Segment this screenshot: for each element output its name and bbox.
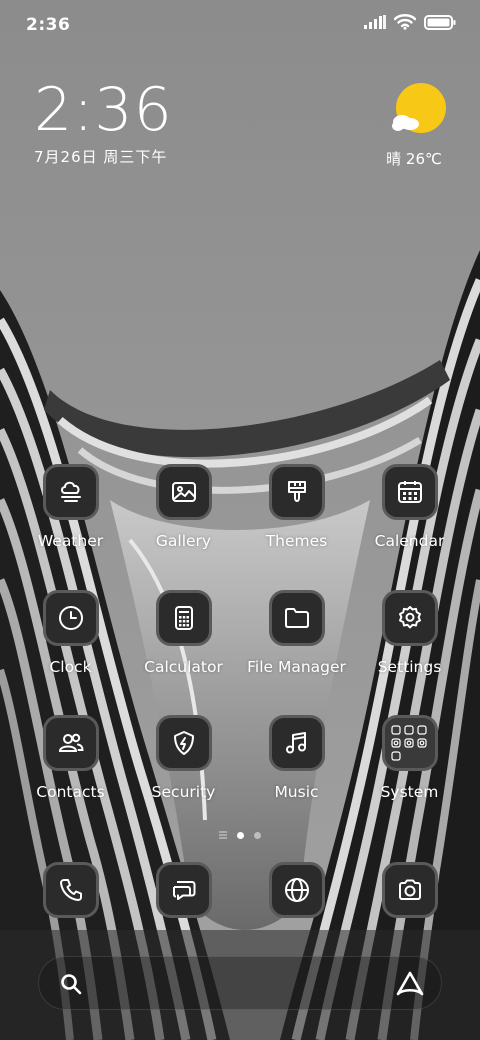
weather-icon [60, 481, 81, 502]
status-time: 2:36 [26, 15, 71, 35]
sunny-cloud-icon [392, 83, 446, 133]
app-calendar[interactable]: Calendar [353, 464, 466, 550]
app-label-music: Music [274, 783, 319, 801]
calculator-icon [174, 606, 193, 630]
themes-icon [287, 481, 306, 502]
weather-widget[interactable]: 晴 26℃ [384, 82, 454, 169]
app-themes[interactable]: Themes [240, 464, 353, 550]
dock-phone[interactable] [14, 862, 127, 918]
clock-widget[interactable]: 2:36 7月26日 周三下午 [34, 78, 173, 167]
battery-icon [424, 14, 456, 30]
gear-icon [398, 606, 421, 629]
wifi-icon [394, 14, 416, 30]
dock [0, 862, 480, 924]
camera-icon [398, 879, 421, 900]
page-dot [254, 831, 261, 839]
app-label-calculator: Calculator [144, 658, 223, 676]
status-icons [364, 14, 456, 30]
app-contacts[interactable]: Contacts [14, 715, 127, 801]
music-icon [285, 732, 306, 754]
app-label-gallery: Gallery [155, 532, 212, 550]
app-security[interactable]: Security [127, 715, 240, 801]
dock-browser[interactable] [240, 862, 353, 918]
folder-grid-icon [390, 725, 427, 761]
page-indicator[interactable] [0, 828, 480, 842]
app-clock[interactable]: Clock [14, 590, 127, 676]
folder-icon [284, 608, 309, 628]
app-weather[interactable]: Weather [14, 464, 127, 550]
dock-camera[interactable] [353, 862, 466, 918]
app-music[interactable]: Music [240, 715, 353, 801]
app-label-system: System [380, 783, 439, 801]
app-gallery[interactable]: Gallery [127, 464, 240, 550]
app-settings[interactable]: Settings [353, 590, 466, 676]
search-icon[interactable] [59, 972, 83, 996]
app-file-manager[interactable]: File Manager [240, 590, 353, 676]
clock-icon [58, 606, 83, 630]
weather-text: 晴 26℃ [386, 150, 442, 168]
app-label-security: Security [151, 783, 216, 801]
search-bar[interactable] [38, 956, 442, 1010]
messages-icon [172, 881, 195, 900]
page-dot-active [237, 831, 244, 839]
widget-date: 7月26日 周三下午 [34, 148, 168, 166]
app-label-settings: Settings [377, 658, 442, 676]
app-label-calendar: Calendar [374, 532, 445, 550]
app-label-clock: Clock [49, 658, 92, 676]
shield-icon [173, 731, 194, 755]
signal-icon [364, 15, 386, 29]
dock-messages[interactable] [127, 862, 240, 918]
list-icon [219, 831, 227, 839]
app-label-contacts: Contacts [36, 783, 105, 801]
contacts-icon [58, 733, 84, 752]
app-label-file-manager: File Manager [247, 658, 346, 676]
app-folder-system[interactable]: System [353, 715, 466, 801]
gallery-icon [171, 482, 196, 502]
app-label-weather: Weather [37, 532, 104, 550]
app-label-themes: Themes [265, 532, 328, 550]
status-bar: 2:36 [0, 0, 480, 50]
calendar-icon [397, 481, 422, 503]
phone-icon [59, 879, 82, 901]
assistant-icon[interactable] [395, 970, 425, 998]
widget-time: 2:36 [34, 75, 173, 145]
browser-icon [284, 878, 309, 902]
app-calculator[interactable]: Calculator [127, 590, 240, 676]
